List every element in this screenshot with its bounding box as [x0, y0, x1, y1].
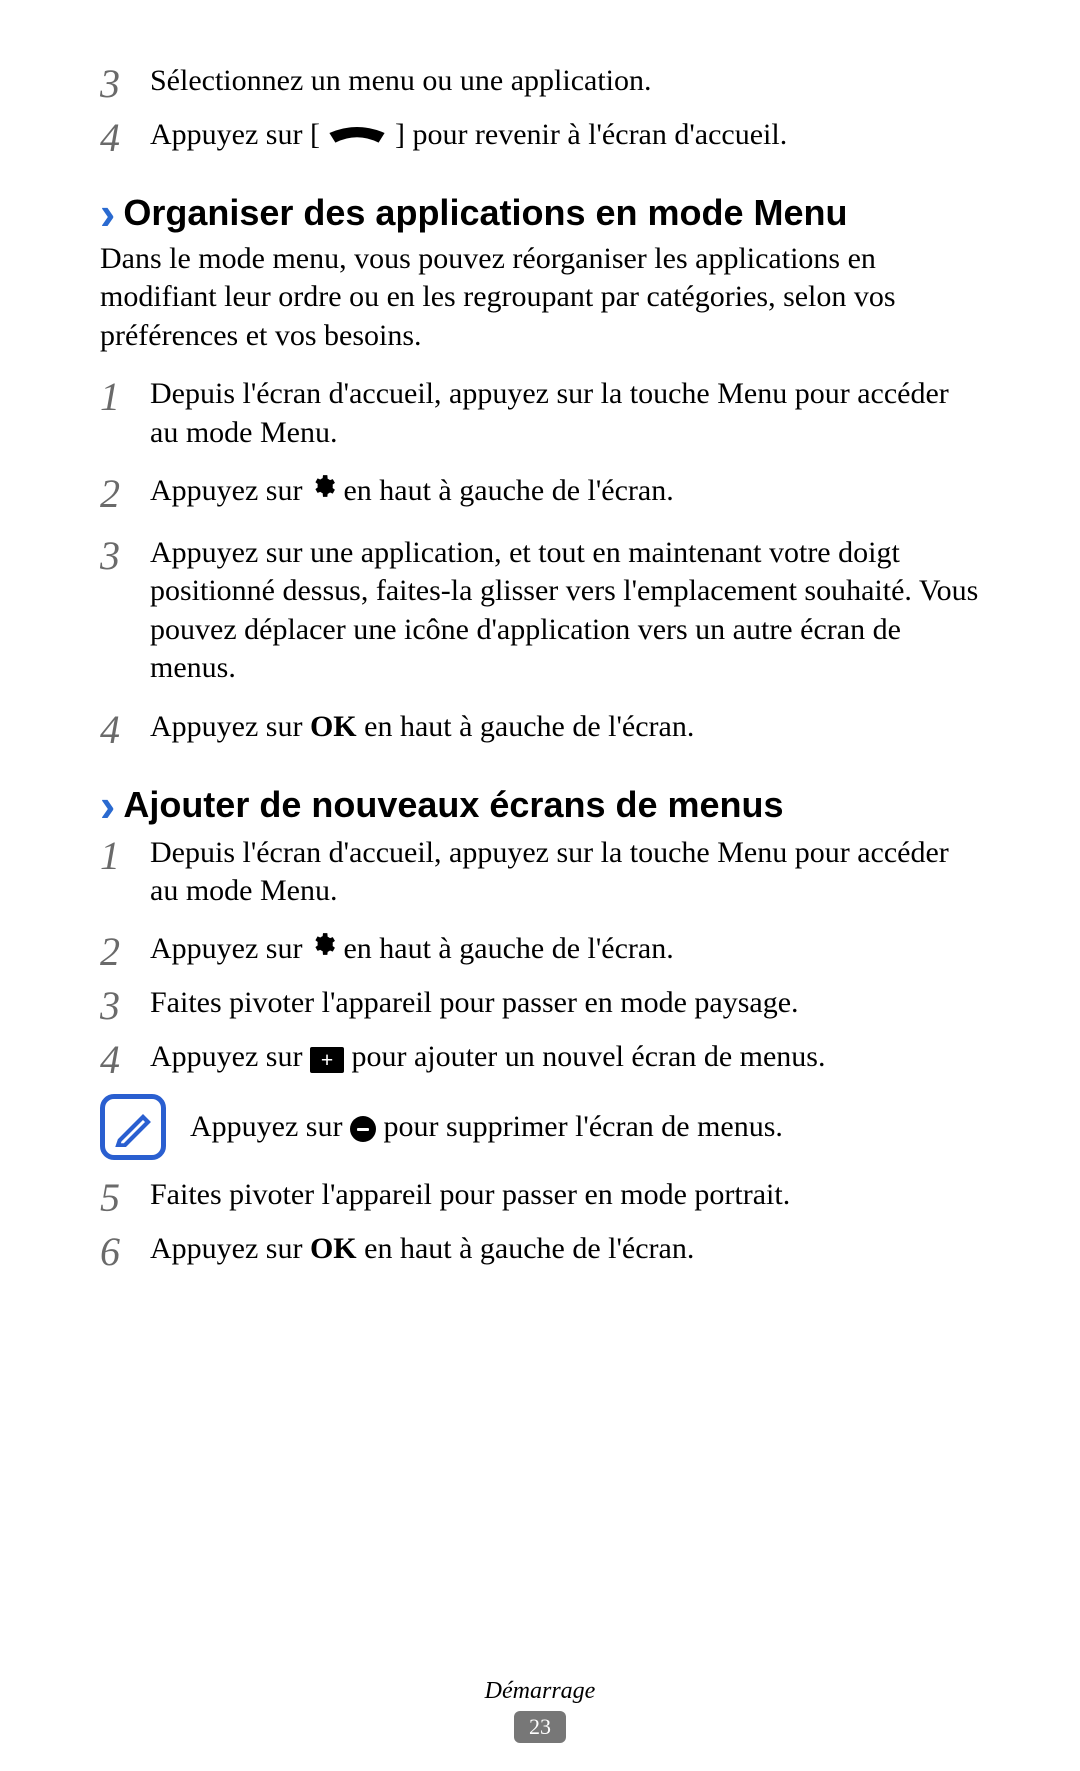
step-text: Appuyez sur en haut à gauche de l'écran.: [150, 928, 980, 970]
step-number: 2: [100, 928, 150, 972]
step-number: 4: [100, 114, 150, 158]
end-call-icon: [327, 115, 387, 153]
step-number: 5: [100, 1174, 150, 1218]
text-fragment: pour supprimer l'écran de menus.: [383, 1110, 782, 1143]
step-row: 4 Appuyez sur [ ] pour revenir à l'écran…: [100, 114, 980, 158]
text-fragment: en haut à gauche de l'écran.: [343, 932, 673, 965]
text-fragment: ] pour revenir à l'écran d'accueil.: [395, 118, 787, 151]
step-row: 4 Appuyez sur OK en haut à gauche de l'é…: [100, 706, 980, 750]
page-number: 23: [514, 1711, 566, 1743]
section-heading: › Ajouter de nouveaux écrans de menus: [100, 782, 980, 828]
heading-text: Organiser des applications en mode Menu: [123, 190, 847, 236]
step-text: Appuyez sur OK en haut à gauche de l'écr…: [150, 706, 980, 746]
step-row: 2 Appuyez sur en haut à gauche de l'écra…: [100, 928, 980, 972]
step-text: Sélectionnez un menu ou une application.: [150, 60, 980, 100]
step-text: Appuyez sur OK en haut à gauche de l'écr…: [150, 1228, 980, 1268]
gear-icon: [310, 929, 336, 967]
text-fragment: Appuyez sur: [150, 1040, 310, 1073]
step-row: 4 Appuyez sur + pour ajouter un nouvel é…: [100, 1036, 980, 1080]
step-row: 1 Depuis l'écran d'accueil, appuyez sur …: [100, 373, 980, 452]
gear-icon: [310, 471, 336, 509]
step-number: 4: [100, 706, 150, 750]
text-fragment: Appuyez sur [: [150, 118, 320, 151]
note-text: Appuyez sur pour supprimer l'écran de me…: [190, 1108, 783, 1146]
footer-section-name: Démarrage: [0, 1676, 1080, 1707]
text-fragment: Appuyez sur: [150, 932, 310, 965]
step-text: Appuyez sur [ ] pour revenir à l'écran d…: [150, 114, 980, 156]
bold-text: OK: [310, 1232, 357, 1265]
text-fragment: Appuyez sur: [150, 710, 310, 743]
text-fragment: Appuyez sur: [190, 1110, 350, 1143]
text-fragment: Appuyez sur: [150, 1232, 310, 1265]
step-number: 3: [100, 532, 150, 576]
heading-text: Ajouter de nouveaux écrans de menus: [123, 782, 783, 828]
text-fragment: pour ajouter un nouvel écran de menus.: [351, 1040, 825, 1073]
step-number: 1: [100, 832, 150, 876]
step-text: Faites pivoter l'appareil pour passer en…: [150, 982, 980, 1022]
text-fragment: Appuyez sur une application, et tout en …: [150, 536, 919, 607]
step-text: Depuis l'écran d'accueil, appuyez sur la…: [150, 373, 980, 452]
step-row: 3 Faites pivoter l'appareil pour passer …: [100, 982, 980, 1026]
note-icon: [100, 1094, 166, 1160]
document-page: 3 Sélectionnez un menu ou une applicatio…: [0, 0, 1080, 1771]
bold-text: OK: [310, 710, 357, 743]
step-text: Faites pivoter l'appareil pour passer en…: [150, 1174, 980, 1214]
step-number: 6: [100, 1228, 150, 1272]
step-row: 3 Appuyez sur une application, et tout e…: [100, 532, 980, 688]
minus-icon: [350, 1116, 376, 1142]
step-row: 5 Faites pivoter l'appareil pour passer …: [100, 1174, 980, 1218]
step-number: 2: [100, 470, 150, 514]
chevron-right-icon: ›: [100, 782, 115, 828]
step-text: Depuis l'écran d'accueil, appuyez sur la…: [150, 832, 980, 911]
step-row: 1 Depuis l'écran d'accueil, appuyez sur …: [100, 832, 980, 911]
step-text: Appuyez sur en haut à gauche de l'écran.: [150, 470, 980, 512]
page-footer: Démarrage 23: [0, 1676, 1080, 1743]
text-fragment: en haut à gauche de l'écran.: [357, 1232, 695, 1265]
step-number: 3: [100, 982, 150, 1026]
chevron-right-icon: ›: [100, 190, 115, 236]
plus-icon: +: [310, 1047, 344, 1073]
paragraph: Dans le mode menu, vous pouvez réorganis…: [100, 240, 980, 355]
section-heading: › Organiser des applications en mode Men…: [100, 190, 980, 236]
text-fragment: en haut à gauche de l'écran.: [357, 710, 695, 743]
note-row: Appuyez sur pour supprimer l'écran de me…: [100, 1094, 980, 1160]
step-row: 6 Appuyez sur OK en haut à gauche de l'é…: [100, 1228, 980, 1272]
step-number: 3: [100, 60, 150, 104]
step-text: Appuyez sur + pour ajouter un nouvel écr…: [150, 1036, 980, 1076]
step-row: 3 Sélectionnez un menu ou une applicatio…: [100, 60, 980, 104]
text-fragment: en haut à gauche de l'écran.: [343, 474, 673, 507]
step-number: 4: [100, 1036, 150, 1080]
step-number: 1: [100, 373, 150, 417]
text-fragment: Appuyez sur: [150, 474, 310, 507]
step-row: 2 Appuyez sur en haut à gauche de l'écra…: [100, 470, 980, 514]
step-text: Appuyez sur une application, et tout en …: [150, 532, 980, 688]
